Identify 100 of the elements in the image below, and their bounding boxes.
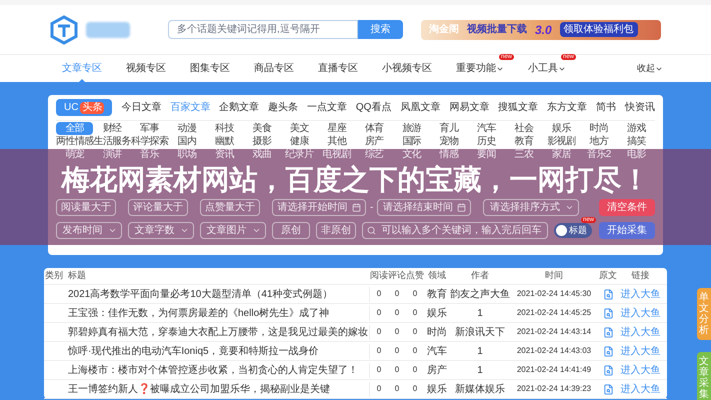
category-item[interactable]: 军事: [130, 122, 168, 135]
category-item[interactable]: 家居: [542, 148, 580, 161]
category-item[interactable]: 国际: [392, 135, 430, 148]
category-item[interactable]: 旅游: [392, 122, 430, 135]
source-tab[interactable]: 凤凰文章: [400, 100, 440, 115]
source-tab[interactable]: 搜狐文章: [498, 100, 538, 115]
table-cell-text: 0: [394, 307, 400, 319]
collapse-button[interactable]: 收起: [637, 62, 663, 76]
category-item[interactable]: 其他: [318, 135, 356, 148]
reads-field[interactable]: 阅读量大于: [56, 199, 116, 216]
table-cell-text: 0: [376, 345, 382, 357]
clear-button[interactable]: 清空条件: [599, 199, 655, 216]
search-field[interactable]: 多个话题关键词记得用,逗号隔开: [168, 20, 358, 39]
overlay-title: 梅花网素材网站，百度之下的宝藏，一网打尽！: [60, 165, 650, 195]
category-item[interactable]: 美文: [280, 122, 318, 135]
likes-field[interactable]: 点赞量大于: [200, 199, 260, 216]
category-item[interactable]: 游戏: [618, 122, 655, 135]
category-item[interactable]: 地方: [580, 135, 618, 148]
word-count-select[interactable]: 文章字数: [128, 222, 194, 239]
sort-select[interactable]: 请选择排序方式: [483, 199, 580, 216]
category-item[interactable]: 娱乐: [542, 122, 580, 135]
source-tab[interactable]: 企鹅文章: [219, 100, 260, 115]
nav-item[interactable]: 图集专区: [190, 61, 230, 76]
category-item[interactable]: 生活服务: [93, 135, 131, 148]
nav-item[interactable]: 视频专区: [126, 61, 166, 76]
source-tab[interactable]: 今日文章: [121, 100, 162, 115]
document-search-icon[interactable]: [602, 326, 614, 338]
category-item[interactable]: 资讯: [206, 148, 244, 161]
banner-slogan: 视频批量下载: [467, 22, 527, 37]
category-item[interactable]: 演讲: [93, 148, 131, 161]
nav-item[interactable]: 重要功能: [456, 61, 504, 76]
category-item[interactable]: 美食: [243, 122, 281, 135]
source-tab[interactable]: 东方文章: [547, 100, 588, 115]
start-button[interactable]: 开始采集: [599, 222, 655, 239]
title-toggle[interactable]: 标题: [554, 223, 592, 238]
category-item[interactable]: 动漫: [168, 122, 206, 135]
table-cell-text: 0: [394, 364, 400, 376]
category-item[interactable]: 国内: [168, 135, 206, 148]
category-item[interactable]: 职场: [168, 148, 206, 161]
banner-ad[interactable]: 淘金阁 视频批量下载 3.0 领取体验福利包: [421, 20, 661, 40]
category-item[interactable]: 时尚: [580, 122, 618, 135]
source-tab[interactable]: 网易文章: [449, 100, 490, 115]
end-date-field[interactable]: 请选择结束时间: [377, 199, 472, 216]
keyword-field[interactable]: 可以输入多个关键词，输入完后回车: [362, 222, 548, 239]
category-item[interactable]: 健康: [280, 135, 318, 148]
table-cell-text: 0: [394, 345, 400, 357]
category-item[interactable]: 音乐2: [580, 148, 618, 161]
start-date-field[interactable]: 请选择开始时间: [272, 199, 366, 216]
category-item[interactable]: 宠物: [430, 135, 468, 148]
document-search-icon[interactable]: [602, 288, 614, 300]
document-search-icon[interactable]: [602, 384, 614, 394]
category-item[interactable]: 社会: [505, 122, 543, 135]
source-tab[interactable]: QQ看点: [356, 100, 392, 115]
category-item[interactable]: 纪录片: [280, 148, 318, 161]
category-item[interactable]: 财经: [93, 122, 131, 135]
category-item[interactable]: 萌宠: [56, 148, 94, 161]
category-item[interactable]: 两性情感: [56, 135, 94, 148]
category-item[interactable]: 汽车: [468, 122, 506, 135]
nav-item[interactable]: 小视频专区: [382, 61, 432, 76]
source-tab[interactable]: 快资讯: [624, 100, 655, 115]
table-cell-text: 新媒体娱乐: [454, 382, 506, 396]
category-item[interactable]: 星座: [318, 122, 356, 135]
category-item[interactable]: 摄影: [243, 135, 281, 148]
column-header: 评论: [388, 269, 406, 282]
category-item[interactable]: 电视剧: [318, 148, 356, 161]
source-tab[interactable]: 一点文章: [306, 100, 347, 115]
category-item[interactable]: 历史: [468, 135, 506, 148]
table-cell-text: 0: [394, 326, 400, 338]
comments-field[interactable]: 评论量大于: [128, 199, 188, 216]
nav-item[interactable]: 直播专区: [318, 61, 358, 76]
category-item[interactable]: 科学探索: [130, 135, 168, 148]
document-search-icon[interactable]: [602, 308, 614, 318]
banner-cta[interactable]: 领取体验福利包: [560, 22, 638, 37]
document-search-icon[interactable]: [602, 346, 614, 356]
category-item[interactable]: 影视剧: [542, 135, 580, 148]
category-item[interactable]: 育儿: [430, 122, 468, 135]
source-tab[interactable]: 趣头条: [268, 100, 298, 115]
category-item[interactable]: 幽默: [206, 135, 244, 148]
category-item[interactable]: 教育: [505, 135, 543, 148]
category-item[interactable]: 房产: [356, 135, 393, 148]
category-item[interactable]: 体育: [356, 122, 393, 135]
category-item[interactable]: 科技: [206, 122, 244, 135]
nav-item[interactable]: 商品专区: [254, 61, 294, 76]
column-header: 链接: [630, 269, 650, 282]
category-item[interactable]: 三农: [505, 148, 543, 161]
category-item[interactable]: 综艺: [356, 148, 393, 161]
table-cell-text: 0: [394, 383, 400, 395]
document-search-icon[interactable]: [602, 364, 614, 376]
category-item[interactable]: 文化: [392, 148, 430, 161]
category-item[interactable]: 戏曲: [243, 148, 281, 161]
nav-item[interactable]: 小工具: [528, 61, 566, 76]
category-item[interactable]: 要闻: [468, 148, 506, 161]
source-tab[interactable]: 简书: [596, 100, 616, 115]
category-item[interactable]: 音乐: [130, 148, 168, 161]
hexagon-logo-icon: [50, 14, 78, 44]
images-select[interactable]: 文章图片: [200, 222, 266, 239]
category-item[interactable]: 情感: [430, 148, 468, 161]
category-item[interactable]: 搞笑: [618, 135, 655, 148]
publish-time-select[interactable]: 发布时间: [56, 222, 122, 239]
category-item[interactable]: 电影: [618, 148, 655, 161]
